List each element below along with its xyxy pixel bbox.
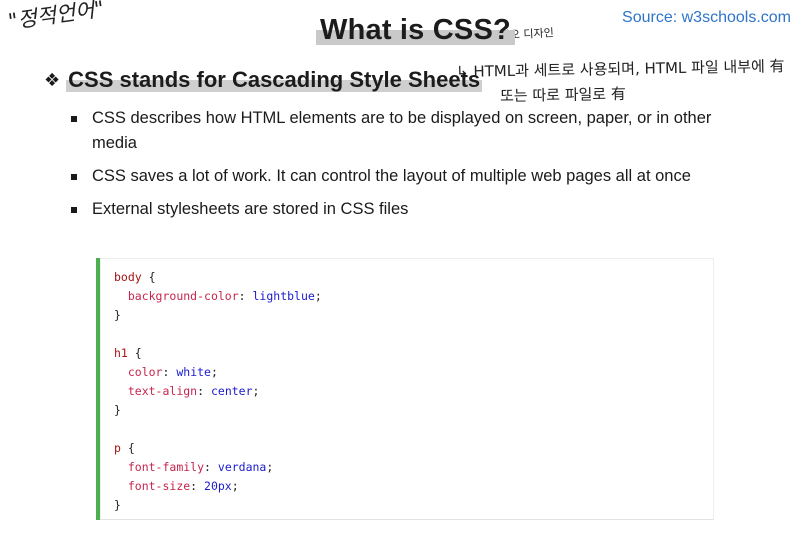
handwritten-note-line2: 또는 따로 파일로 有 (499, 84, 627, 106)
section-heading-text: CSS stands for Cascading Style Sheets (66, 67, 483, 93)
bullet-text: CSS saves a lot of work. It can control … (92, 167, 691, 185)
code-line: background-color: lightblue; (114, 287, 322, 306)
code-colon: : (204, 460, 218, 474)
code-brace: { (127, 346, 142, 360)
bullet-item: CSS saves a lot of work. It can control … (70, 164, 760, 189)
code-colon: : (197, 384, 211, 398)
code-brace: } (114, 308, 121, 322)
code-semicolon: ; (314, 289, 322, 303)
code-colon: : (190, 479, 205, 493)
code-property: font-size (127, 479, 191, 493)
code-example-box: body { background-color: lightblue;} h1 {… (96, 258, 714, 520)
bullet-item: CSS describes how HTML elements are to b… (70, 106, 760, 156)
source-link[interactable]: Source: w3schools.com (622, 9, 791, 27)
bullet-text: External stylesheets are stored in CSS f… (92, 200, 409, 218)
code-value: lightblue (252, 289, 315, 303)
code-selector: body (114, 270, 142, 284)
diamond-bullet-icon: ❖ (44, 69, 61, 90)
code-line: h1 { (114, 344, 322, 363)
square-bullet-icon (71, 207, 77, 213)
code-property: background-color (127, 289, 239, 303)
code-line: } (114, 496, 322, 515)
bullet-text: CSS describes how HTML elements are to b… (92, 109, 712, 152)
code-value: white (176, 365, 211, 379)
code-semicolon: ; (252, 384, 260, 398)
code-brace: { (120, 441, 135, 455)
section-heading: ❖ CSS stands for Cascading Style Sheets (44, 67, 483, 93)
code-brace: { (141, 270, 156, 284)
code-line: color: white; (114, 363, 322, 382)
square-bullet-icon (71, 174, 77, 180)
code-brace: } (114, 498, 121, 512)
code-property: text-align (127, 384, 198, 398)
code-line: } (114, 306, 322, 325)
bullet-item: External stylesheets are stored in CSS f… (70, 197, 760, 222)
code-block: body { background-color: lightblue;} h1 {… (114, 268, 322, 515)
code-semicolon: ; (266, 460, 274, 474)
handwritten-note-line1: ↳ HTML과 세트로 사용되며, HTML 파일 내부에 有 (455, 57, 785, 81)
code-line: text-align: center; (114, 382, 322, 401)
code-property: color (127, 365, 163, 379)
code-selector: h1 (114, 346, 128, 360)
bullet-list: CSS describes how HTML elements are to b… (70, 106, 760, 222)
code-brace: } (114, 403, 121, 417)
code-colon: : (162, 365, 177, 379)
code-semicolon: ; (231, 479, 239, 493)
title-block: What is CSS? (316, 14, 515, 47)
code-value: 20px (204, 479, 232, 493)
code-semicolon: ; (210, 365, 218, 379)
code-line: font-size: 20px; (114, 477, 322, 496)
square-bullet-icon (71, 116, 77, 122)
code-value: verdana (217, 460, 267, 474)
code-property: font-family (127, 460, 205, 474)
handwritten-note-topleft: "정적언어" (6, 0, 106, 34)
code-line: } (114, 401, 322, 420)
code-value: center (210, 384, 253, 398)
code-line: font-family: verdana; (114, 458, 322, 477)
code-selector: p (114, 441, 121, 455)
code-line: body { (114, 268, 322, 287)
code-colon: : (238, 289, 253, 303)
code-line: p { (114, 439, 322, 458)
page-title: What is CSS? (316, 14, 515, 47)
